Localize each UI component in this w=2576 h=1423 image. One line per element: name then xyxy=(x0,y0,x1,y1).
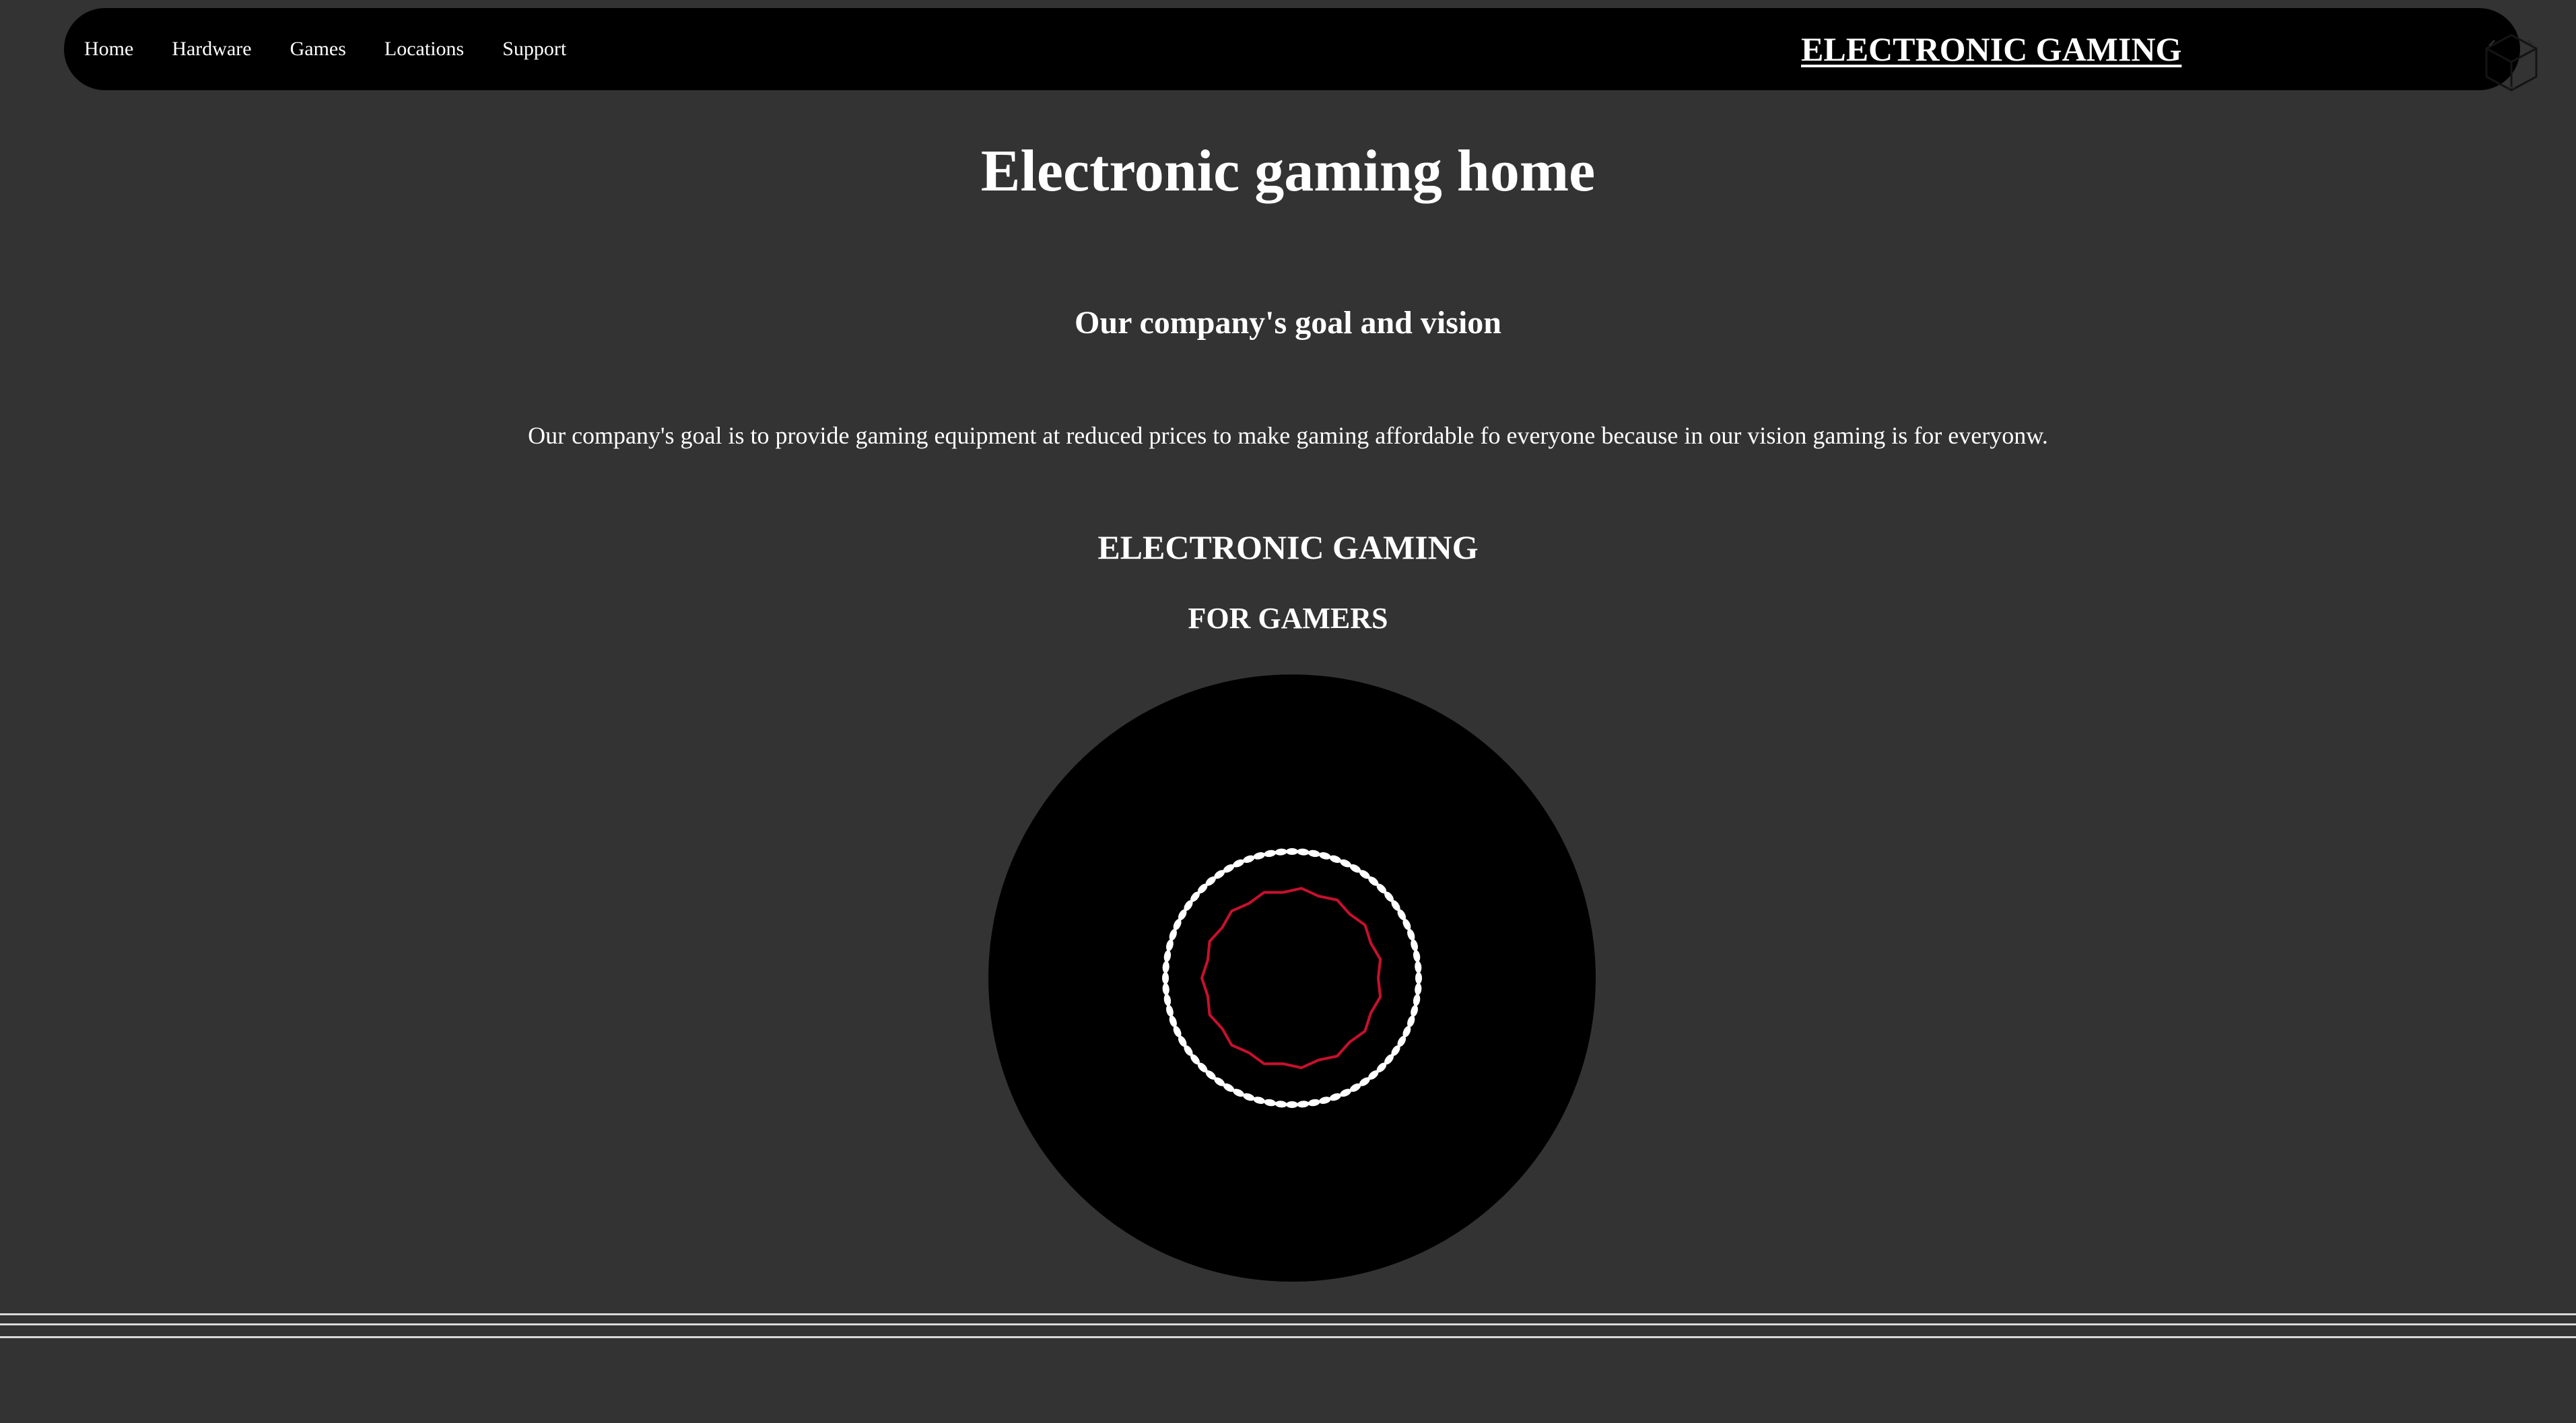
cube-logo-icon[interactable] xyxy=(2481,31,2542,94)
brand-heading: ELECTRONIC GAMING xyxy=(1097,528,1479,566)
nav-link-games[interactable]: Games xyxy=(290,38,346,61)
top-navbar: Home Hardware Games Locations Support EL… xyxy=(64,8,2538,92)
brand-link[interactable]: ELECTRONIC GAMING xyxy=(1801,8,2181,90)
footer-line-top xyxy=(0,1313,2576,1315)
tagline-heading: FOR GAMERS xyxy=(1188,602,1388,635)
spinner-dot xyxy=(1162,972,1169,984)
nav-link-support[interactable]: Support xyxy=(502,38,566,61)
nav-link-hardware[interactable]: Hardware xyxy=(172,38,251,61)
nav-links: Home Hardware Games Locations Support xyxy=(84,8,605,90)
spinner-dot xyxy=(1286,848,1298,855)
nav-link-home[interactable]: Home xyxy=(84,38,133,61)
section-subtitle: Our company's goal and vision xyxy=(1075,305,1501,341)
spinner-disc xyxy=(988,674,1596,1282)
loading-spinner-icon xyxy=(988,674,1596,1282)
footer-line-bottom xyxy=(0,1336,2576,1338)
nav-link-locations[interactable]: Locations xyxy=(384,38,464,61)
spinner-dot xyxy=(1415,972,1422,984)
page-title: Electronic gaming home xyxy=(980,139,1596,204)
goal-paragraph: Our company's goal is to provide gaming … xyxy=(528,422,2048,449)
spinner-dot xyxy=(1286,1101,1298,1108)
footer-line-middle xyxy=(0,1323,2576,1325)
